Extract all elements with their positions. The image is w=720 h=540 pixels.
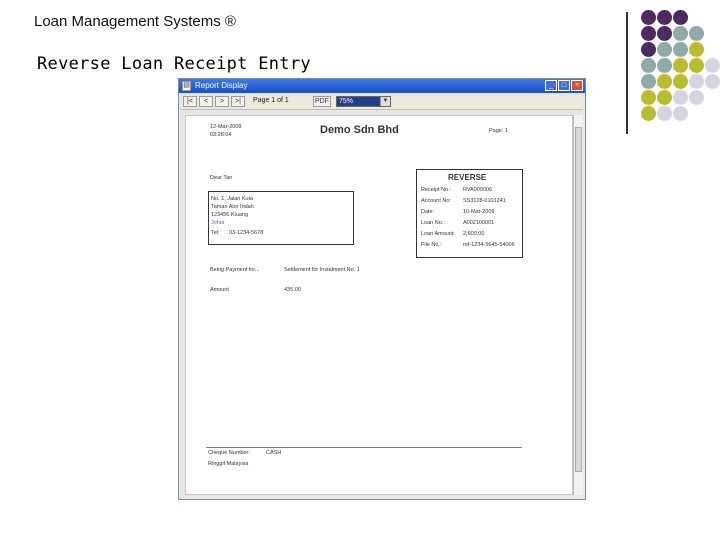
first-page-button[interactable]: |< <box>183 96 197 107</box>
zoom-select[interactable]: 75% ▼ <box>336 96 391 107</box>
address-box: No. 1, Jalan Kuia Taman Alor Indah 12345… <box>208 191 354 245</box>
loan-amount-value: 2,600.00 <box>463 231 485 237</box>
window-title: Report Display <box>195 81 248 90</box>
decor-dot <box>673 10 688 25</box>
slide-title: Loan Management Systems ® <box>34 13 236 30</box>
page-indicator: Page 1 of 1 <box>253 97 289 104</box>
decor-dot <box>689 26 704 41</box>
report-toolbar: |< < > >| Page 1 of 1 PDF 75% ▼ <box>181 95 583 110</box>
tel-value: 03-1234-5678 <box>229 230 264 236</box>
date-value: 10-Mar-2009 <box>463 209 495 215</box>
decor-dot <box>705 74 720 89</box>
report-page: 12-Mar-2009 03:28:04 Demo Sdn Bhd Page: … <box>185 115 573 495</box>
close-button[interactable]: × <box>571 80 583 91</box>
footer-divider <box>206 447 522 448</box>
payment-for-label: Being Payment for... <box>210 267 260 273</box>
amount-value: 435.00 <box>284 287 301 293</box>
decor-dot <box>641 42 656 57</box>
minimize-button[interactable]: _ <box>545 80 557 91</box>
scrollbar-thumb[interactable] <box>575 127 582 472</box>
decor-dot <box>673 26 688 41</box>
loan-no-value: A002100001 <box>463 220 495 226</box>
decor-dot <box>673 58 688 73</box>
decor-dot <box>657 10 672 25</box>
receipt-no-value: RVA000006 <box>463 187 493 193</box>
chevron-down-icon[interactable]: ▼ <box>380 97 390 106</box>
next-page-button[interactable]: > <box>215 96 229 107</box>
maximize-button[interactable]: □ <box>558 80 570 91</box>
reverse-heading: REVERSE <box>448 173 487 182</box>
decor-dot <box>657 90 672 105</box>
receipt-no-label: Receipt No.: <box>421 187 452 193</box>
decor-dot <box>657 106 672 121</box>
decor-dot <box>657 42 672 57</box>
company-name: Demo Sdn Bhd <box>320 124 399 136</box>
decor-dot <box>641 74 656 89</box>
export-button[interactable]: PDF <box>313 96 331 107</box>
vertical-scrollbar[interactable] <box>573 115 583 495</box>
loan-amount-label: Loan Amount: <box>421 231 455 237</box>
decor-dot <box>641 58 656 73</box>
cheque-value: CASH <box>266 450 282 456</box>
amount-label: Amount <box>210 287 229 293</box>
decor-dot <box>705 58 720 73</box>
footer-text: Ringgit Malaysia <box>208 461 249 467</box>
decor-dot <box>641 10 656 25</box>
address-line: 123456 Kluang <box>211 212 249 218</box>
payment-for-value: Settlement for Instalment No. 1 <box>284 267 360 273</box>
tel-label: Tel: <box>211 230 220 236</box>
dear-line: Dear Tan <box>210 175 233 181</box>
decor-dot <box>689 74 704 89</box>
decor-dot <box>689 90 704 105</box>
decor-dot <box>657 58 672 73</box>
decor-dot <box>641 90 656 105</box>
report-display-window: ▤ Report Display _ □ × |< < > >| Page 1 … <box>178 78 586 500</box>
report-time: 03:28:04 <box>210 132 232 138</box>
address-line: No. 1, Jalan Kuia <box>211 196 253 202</box>
date-label: Date: <box>421 209 435 215</box>
file-no-label: File No.: <box>421 242 442 248</box>
decor-dot <box>673 42 688 57</box>
window-titlebar[interactable]: ▤ Report Display _ □ × <box>179 79 585 93</box>
report-date: 12-Mar-2009 <box>210 124 242 130</box>
cheque-label: Cheque Number: <box>208 450 250 456</box>
loan-no-label: Loan No.: <box>421 220 445 226</box>
decor-dot <box>673 74 688 89</box>
address-line: Johor <box>211 220 225 226</box>
file-no-value: ref-1234-5645-54006 <box>463 242 515 248</box>
account-no-label: Account No: <box>421 198 451 204</box>
decor-dot <box>689 58 704 73</box>
decor-dot <box>657 26 672 41</box>
page-number: Page: 1 <box>489 128 508 134</box>
last-page-button[interactable]: >| <box>231 96 245 107</box>
decor-dot <box>641 106 656 121</box>
decor-dot <box>673 90 688 105</box>
reverse-box: REVERSE Receipt No.: RVA000006 Account N… <box>416 169 523 258</box>
address-line: Taman Alor Indah <box>211 204 254 210</box>
slide-subtitle: Reverse Loan Receipt Entry <box>37 54 311 74</box>
decor-dot <box>689 42 704 57</box>
decor-dot <box>657 74 672 89</box>
previous-page-button[interactable]: < <box>199 96 213 107</box>
decor-dot <box>641 26 656 41</box>
account-no-value: SS3128-0101241 <box>463 198 506 204</box>
decor-dot <box>673 106 688 121</box>
zoom-value: 75% <box>339 98 354 105</box>
divider-line <box>626 12 628 134</box>
report-icon: ▤ <box>182 81 191 91</box>
